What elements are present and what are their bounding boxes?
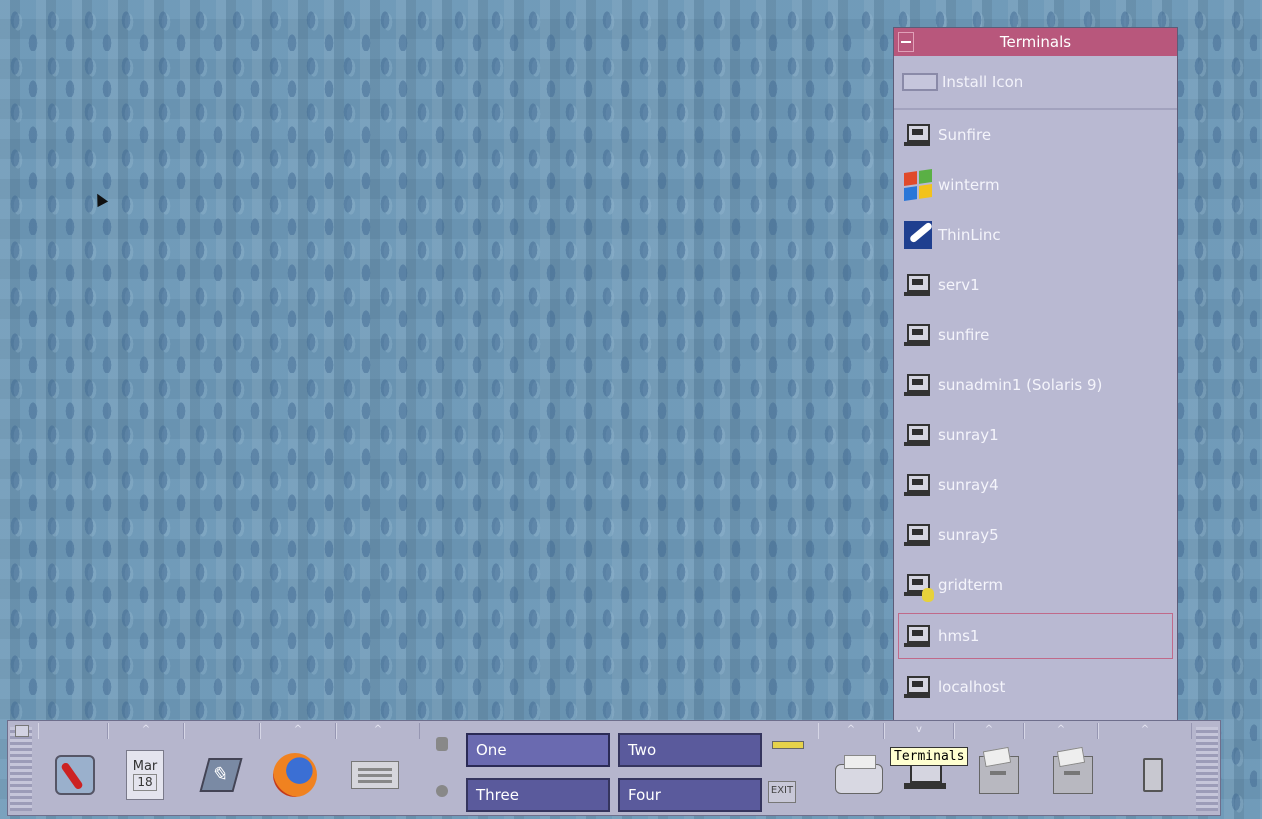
terminal-icon [904, 272, 932, 298]
terminal-icon [904, 422, 932, 448]
subpanel-arrow-editor[interactable] [184, 723, 260, 739]
terminal-item-label: localhost [938, 678, 1006, 696]
terminal-item[interactable]: sunray5 [894, 510, 1177, 560]
terminal-item[interactable]: winterm [894, 160, 1177, 210]
workspace-switch: One Two Three Four EXIT [426, 723, 818, 813]
workspace-button-three[interactable]: Three [466, 778, 610, 812]
terminal-item-label: sunadmin1 (Solaris 9) [938, 376, 1103, 394]
terminal-icon [904, 522, 932, 548]
windows-icon [904, 169, 932, 201]
panel-window-menu-button[interactable] [15, 725, 29, 737]
install-icon-drop-zone[interactable]: Install Icon [894, 56, 1177, 110]
terminal-icon [904, 623, 932, 649]
subpanel-arrow-apps[interactable]: ^ [1024, 723, 1098, 739]
subpanel-close-button[interactable] [898, 32, 914, 52]
text-editor-icon [199, 758, 243, 792]
calendar-day: 18 [133, 774, 157, 791]
terminal-item-label: gridterm [938, 576, 1004, 594]
install-icon-label: Install Icon [942, 73, 1024, 91]
front-panel: ^ ^ ^ Mar 18 One Two Three Four EXIT ^ v… [7, 720, 1221, 816]
terminal-icon [904, 122, 932, 148]
panel-right-handle[interactable] [1196, 727, 1218, 811]
install-drop-icon [902, 73, 938, 91]
mail-control[interactable] [350, 747, 400, 803]
subpanel-arrow-calendar[interactable]: ^ [108, 723, 184, 739]
terminal-item[interactable]: serv1 [894, 260, 1177, 310]
terminal-item-label: winterm [938, 176, 1000, 194]
subpanel-arrow-files[interactable]: ^ [954, 723, 1024, 739]
web-browser-control[interactable] [270, 747, 320, 803]
calendar-control[interactable]: Mar 18 [120, 747, 170, 803]
subpanel-arrow-trash[interactable]: ^ [1098, 723, 1192, 739]
terminal-item[interactable]: Sunfire [894, 110, 1177, 160]
trash-control[interactable] [1128, 747, 1178, 803]
terminal-item[interactable]: gridterm [894, 560, 1177, 610]
thinlinc-icon [904, 221, 932, 249]
subpanel-title: Terminals [999, 33, 1072, 51]
terminal-item-label: sunray5 [938, 526, 999, 544]
printer-icon [835, 755, 883, 794]
terminal-item[interactable]: sunadmin1 (Solaris 9) [894, 360, 1177, 410]
lock-icon[interactable] [436, 737, 448, 751]
terminal-item-label: hms1 [938, 627, 980, 645]
terminal-list: Sunfire winterm ThinLinc serv1 sunfire sunadm… [894, 110, 1177, 712]
workspace-button-two[interactable]: Two [618, 733, 762, 767]
terminal-item[interactable]: sunray4 [894, 460, 1177, 510]
terminal-icon [904, 322, 932, 348]
terminal-icon [904, 372, 932, 398]
grid-badge-icon [922, 588, 934, 602]
firefox-icon [273, 753, 317, 797]
terminal-item-label: sunray4 [938, 476, 999, 494]
terminal-item[interactable]: sunfire [894, 310, 1177, 360]
application-manager-icon [1053, 756, 1093, 794]
subpanel-arrow-mail[interactable]: ^ [336, 723, 420, 739]
application-manager-control[interactable] [1048, 747, 1098, 803]
calendar-icon: Mar 18 [126, 750, 164, 800]
workspace-indicator [772, 741, 804, 749]
workspace-button-one[interactable]: One [466, 733, 610, 767]
printer-control[interactable] [834, 751, 884, 807]
terminal-item-label: sunray1 [938, 426, 999, 444]
terminal-item-label: serv1 [938, 276, 980, 294]
busy-light-icon [436, 785, 448, 797]
file-manager-control[interactable] [974, 747, 1024, 803]
terminals-tooltip: Terminals [890, 747, 969, 766]
terminals-subpanel: Terminals Install Icon Sunfire winterm Thi… [893, 27, 1178, 722]
terminal-item-label: ThinLinc [938, 226, 1001, 244]
subpanel-arrow-clock[interactable] [38, 723, 108, 739]
terminal-item[interactable]: ThinLinc [894, 210, 1177, 260]
exit-button[interactable]: EXIT [768, 781, 796, 803]
subpanel-titlebar: Terminals [894, 28, 1177, 56]
terminal-item-label: Sunfire [938, 126, 992, 144]
subpanel-arrow-printer[interactable]: ^ [818, 723, 884, 739]
calendar-month: Mar [132, 759, 158, 774]
terminal-item[interactable]: localhost [894, 662, 1177, 712]
terminal-item-label: sunfire [938, 326, 990, 344]
subpanel-arrow-terminals[interactable]: v [884, 723, 954, 739]
text-editor-control[interactable] [196, 747, 246, 803]
mail-icon [351, 761, 399, 789]
subpanel-arrow-browser[interactable]: ^ [260, 723, 336, 739]
terminal-item[interactable]: sunray1 [894, 410, 1177, 460]
file-manager-icon [979, 756, 1019, 794]
trash-icon [1143, 758, 1163, 792]
clock-control[interactable] [50, 747, 100, 803]
terminal-icon [904, 674, 932, 700]
clock-icon [55, 755, 95, 795]
terminal-icon [904, 472, 932, 498]
terminal-item[interactable]: hms1 [898, 613, 1173, 659]
workspace-button-four[interactable]: Four [618, 778, 762, 812]
panel-left-handle[interactable] [10, 727, 32, 811]
